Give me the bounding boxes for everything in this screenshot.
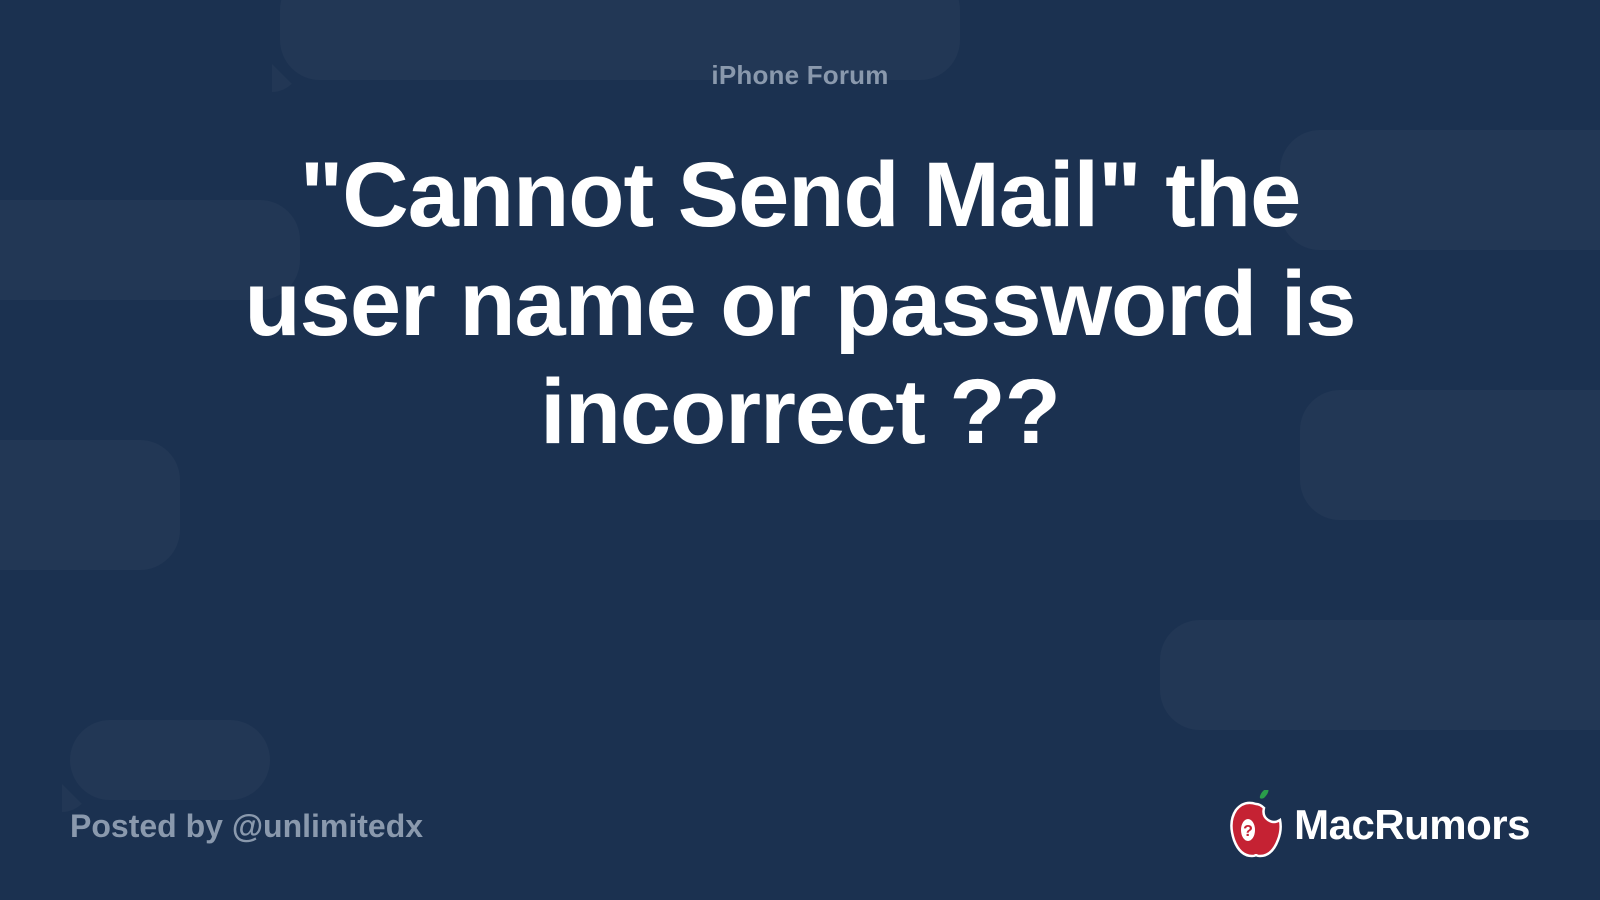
brand-logo: ? MacRumors xyxy=(1226,790,1530,860)
thread-title: "Cannot Send Mail" the user name or pass… xyxy=(200,141,1400,467)
svg-text:?: ? xyxy=(1243,823,1253,840)
brand-name: MacRumors xyxy=(1294,801,1530,849)
posted-by-label: Posted by @unlimitedx xyxy=(70,808,423,845)
content-container: iPhone Forum "Cannot Send Mail" the user… xyxy=(0,0,1600,900)
apple-bite-icon: ? xyxy=(1226,790,1286,860)
forum-category-label: iPhone Forum xyxy=(711,60,888,91)
